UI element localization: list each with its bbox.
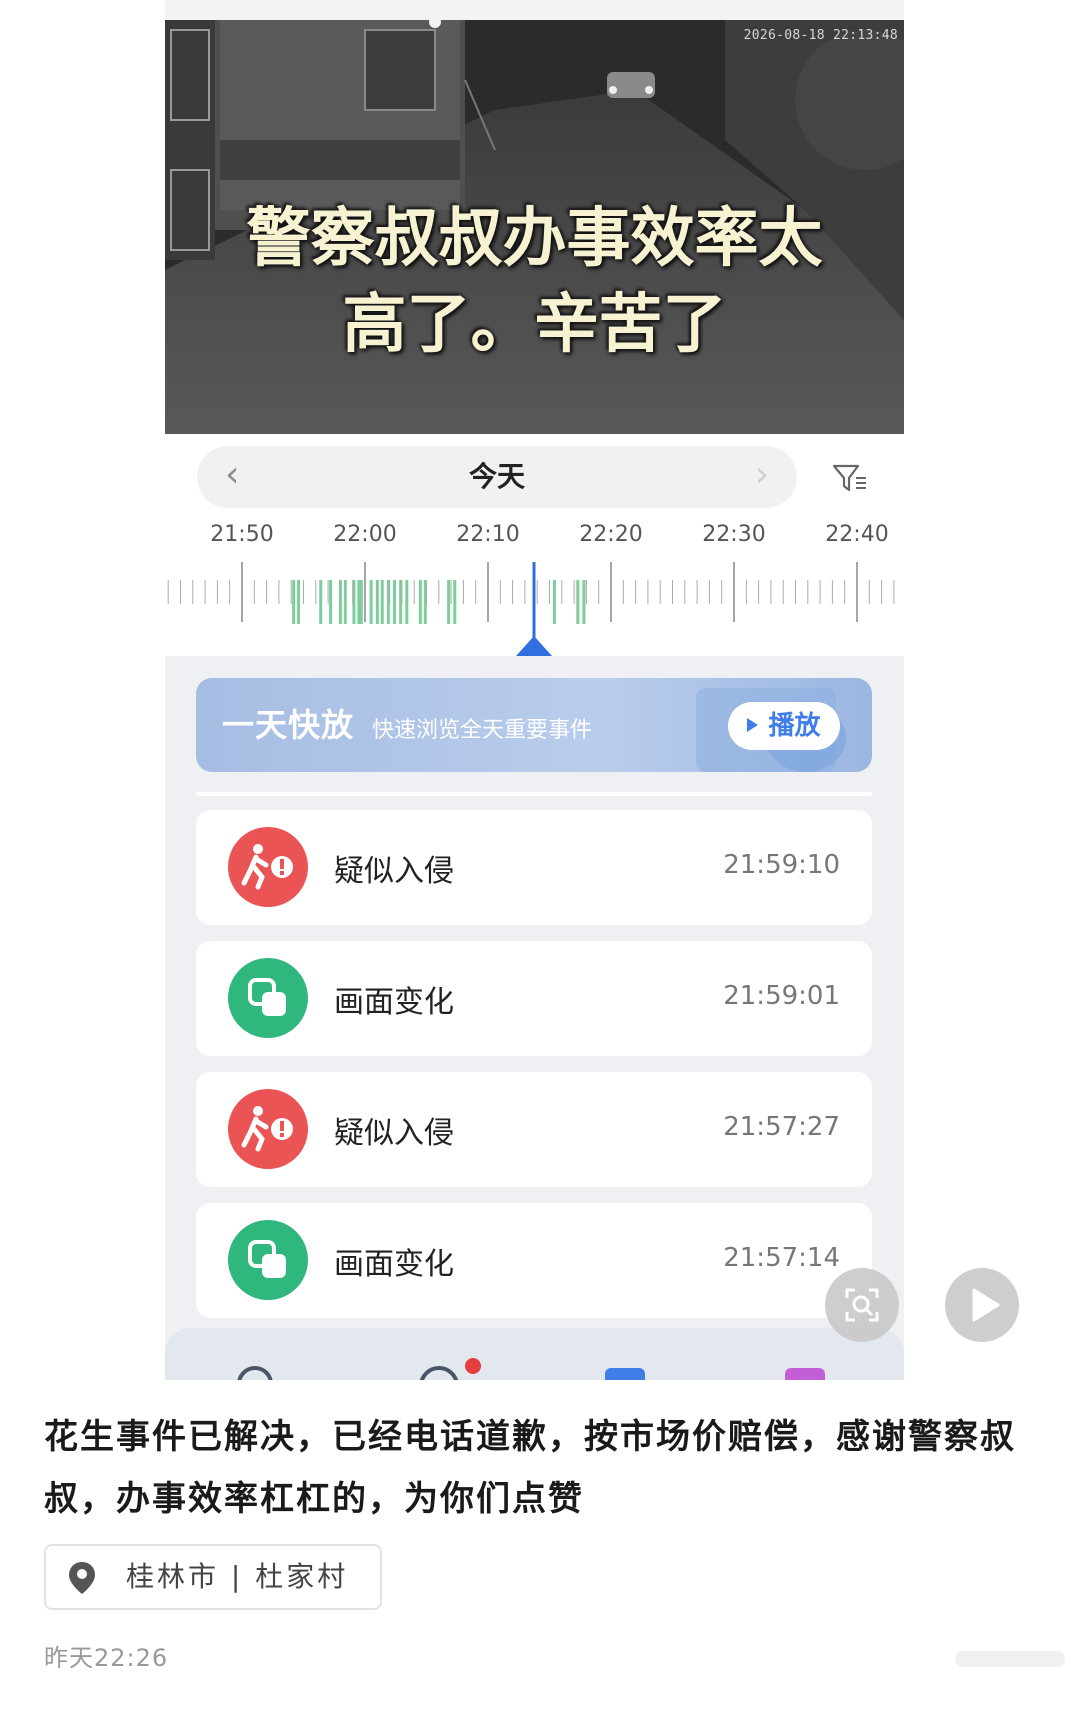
timeline-cursor-handle[interactable] [516, 636, 552, 656]
overlapping-squares-icon [228, 1220, 308, 1300]
camera-video-frame[interactable]: 2026-08-18 22:13:48 警察叔叔办事效率太 高了。辛苦了 [165, 20, 904, 434]
timeline-label: 22:10 [456, 522, 520, 547]
timeline-label: 22:20 [579, 522, 643, 547]
event-item[interactable]: 画面变化 21:59:01 [196, 941, 872, 1056]
watermark-decoration [955, 1651, 1065, 1667]
screenshot-scan-button[interactable] [825, 1268, 899, 1342]
events-section: 一天快放 快速浏览全天重要事件 播放 疑似入侵 21:59:10 画面变化 21… [165, 656, 904, 1380]
divider [196, 792, 872, 796]
daily-fastplay-banner[interactable]: 一天快放 快速浏览全天重要事件 播放 [196, 678, 872, 772]
overlapping-squares-icon [228, 958, 308, 1038]
floating-play-button[interactable] [945, 1268, 1019, 1342]
post-text: 花生事件已解决，已经电话道歉，按市场价赔偿，感谢警察叔叔，办事效率杠杠的，为你们… [44, 1417, 1016, 1519]
event-label: 画面变化 [334, 985, 454, 1020]
screenshot-scan-icon [845, 1288, 879, 1322]
timeline-label: 21:50 [210, 522, 274, 547]
timeline-label: 22:40 [825, 522, 889, 547]
timeline-label: 22:00 [333, 522, 397, 547]
top-strip [165, 0, 904, 20]
play-icon [747, 717, 759, 732]
location-pin-icon [69, 1562, 95, 1594]
caption-line-2: 高了。辛苦了 [342, 288, 727, 362]
play-button[interactable]: 播放 [728, 702, 840, 750]
bottom-nav-icons [237, 1358, 825, 1380]
event-time: 21:57:14 [723, 1243, 840, 1273]
event-item[interactable]: 疑似入侵 21:57:27 [196, 1072, 872, 1187]
location-tag[interactable]: 桂林市 | 杜家村 [44, 1544, 383, 1610]
date-timeline-section: ‹ 今天 › 21:50 22:00 22:10 22:20 22:30 22:… [165, 434, 904, 656]
chevron-right-icon[interactable]: › [755, 454, 769, 495]
event-item[interactable]: 疑似入侵 21:59:10 [196, 810, 872, 925]
post-time: 昨天22:26 [44, 1644, 169, 1672]
event-time: 21:59:01 [723, 981, 840, 1011]
event-label: 画面变化 [334, 1247, 454, 1282]
location-label: 桂林市 | 杜家村 [126, 1560, 349, 1593]
walking-person-alert-icon [228, 1089, 308, 1169]
video-caption: 警察叔叔办事效率太 高了。辛苦了 [165, 196, 904, 368]
filter-icon[interactable] [830, 458, 870, 498]
play-icon [972, 1288, 1000, 1322]
event-time: 21:59:10 [723, 850, 840, 880]
caption-line-1: 警察叔叔办事效率太 [246, 202, 823, 276]
event-time: 21:57:27 [723, 1112, 840, 1142]
timeline-label: 22:30 [702, 522, 766, 547]
video-timestamp: 2026-08-18 22:13:48 [743, 28, 898, 43]
banner-title: 一天快放 [222, 706, 355, 744]
play-button-label: 播放 [768, 711, 821, 741]
date-selector: ‹ 今天 › [197, 446, 797, 508]
event-item[interactable]: 画面变化 21:57:14 [196, 1203, 872, 1318]
event-label: 疑似入侵 [334, 854, 454, 889]
screenshot-panel: 2026-08-18 22:13:48 警察叔叔办事效率太 高了。辛苦了 ‹ 今… [165, 0, 904, 1380]
banner-subtitle: 快速浏览全天重要事件 [372, 718, 593, 743]
walking-person-alert-icon [228, 827, 308, 907]
timeline-ruler[interactable] [165, 562, 904, 656]
event-label: 疑似入侵 [334, 1116, 454, 1151]
timeline-labels: 21:50 22:00 22:10 22:20 22:30 22:40 [165, 522, 904, 558]
date-label[interactable]: 今天 [197, 446, 797, 508]
bottom-nav-bar [165, 1328, 904, 1380]
